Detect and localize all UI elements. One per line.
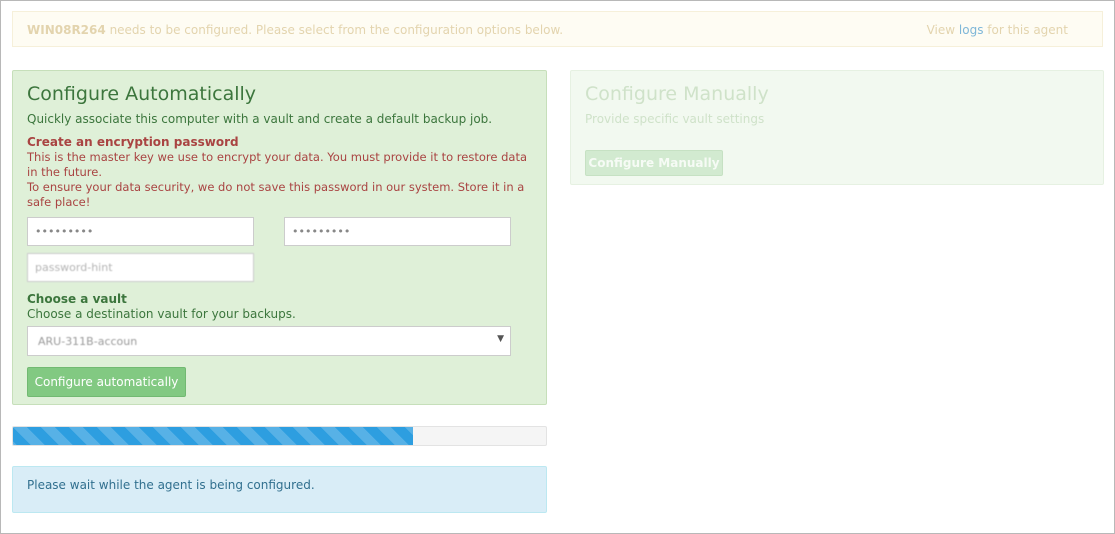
encryption-text-2: To ensure your data security, we do not … [27,180,525,209]
password-input[interactable]: ••••••••• [27,217,254,246]
status-message: Please wait while the agent is being con… [27,478,315,492]
vault-select[interactable]: ARU-311B-accoun ▼ [27,326,511,356]
view-prefix: View [926,23,956,37]
logs-link[interactable]: logs [959,23,984,37]
notice-message: WIN08R264 needs to be configured. Please… [27,23,563,37]
configure-automatically-panel: Configure Automatically Quickly associat… [12,70,547,405]
encryption-title: Create an encryption password [27,135,239,149]
progress-bar-fill [13,427,413,445]
dropdown-arrow-icon: ▼ [497,334,504,344]
notice-text: needs to be configured. Please select fr… [109,23,564,37]
view-suffix: for this agent [987,23,1068,37]
auto-panel-title: Configure Automatically [27,83,257,105]
configuration-notice: WIN08R264 needs to be configured. Please… [12,11,1103,47]
auto-panel-description: Quickly associate this computer with a v… [27,112,493,126]
configure-manually-panel: Configure Manually Provide specific vaul… [570,70,1104,185]
vault-description: Choose a destination vault for your back… [27,307,296,321]
manual-panel-title: Configure Manually [585,83,769,105]
status-info-alert: Please wait while the agent is being con… [12,466,547,513]
configure-automatically-button[interactable]: Configure automatically [27,367,186,397]
vault-selected-value: ARU-311B-accoun [38,335,138,348]
configuration-progress [12,426,547,446]
confirm-password-input[interactable]: ••••••••• [284,217,511,246]
window-frame: WIN08R264 needs to be configured. Please… [0,0,1115,534]
manual-panel-description: Provide specific vault settings [585,112,765,126]
configure-manually-button[interactable]: Configure Manually [585,150,723,176]
agent-name: WIN08R264 [27,23,106,37]
vault-title: Choose a vault [27,292,127,306]
encryption-warning: This is the master key we use to encrypt… [27,150,527,210]
encryption-text-1: This is the master key we use to encrypt… [27,150,528,179]
view-logs-text: View logs for this agent [927,23,1068,37]
password-hint-input[interactable]: password-hint [27,253,254,282]
